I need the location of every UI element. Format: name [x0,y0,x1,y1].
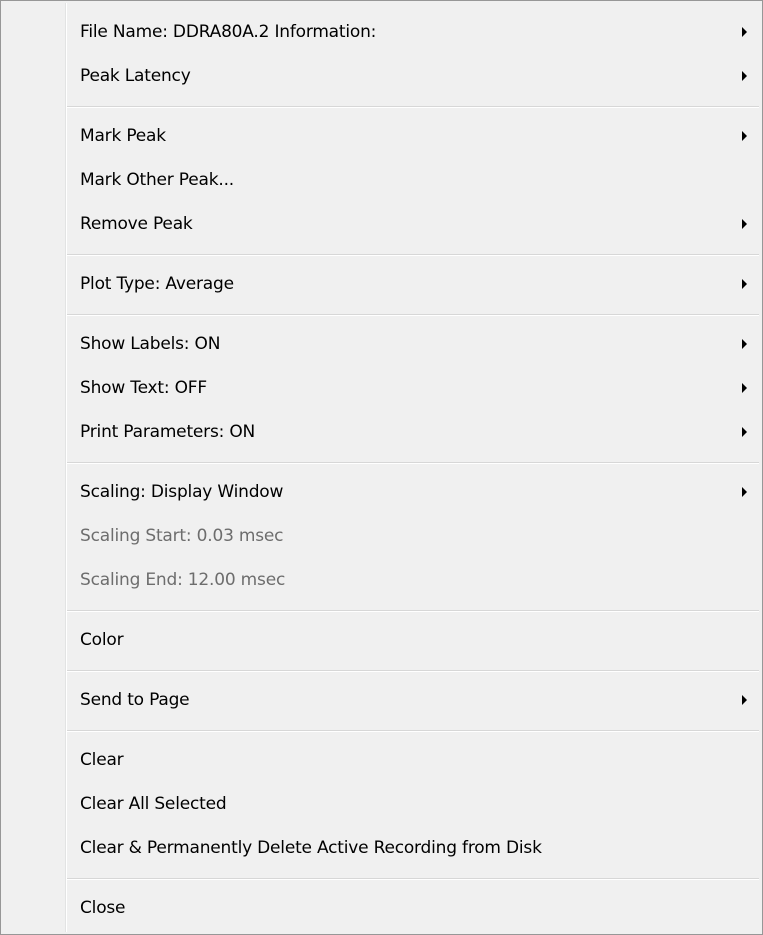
submenu-arrow-icon [742,131,747,141]
menu-separator [67,254,759,256]
submenu-arrow-icon [742,279,747,289]
menu-item-file-name-information[interactable]: File Name: DDRA80A.2 Information: [67,13,759,51]
menu-item-send-to-page[interactable]: Send to Page [67,681,759,719]
menu-item-print-parameters[interactable]: Print Parameters: ON [67,413,759,451]
menu-item-label: File Name: DDRA80A.2 Information: [80,22,377,42]
menu-item-close[interactable]: Close [67,889,759,927]
menu-item-label: Scaling Start: 0.03 msec [80,526,284,546]
menu-item-scaling-display-window[interactable]: Scaling: Display Window [67,473,759,511]
menu-separator [67,878,759,880]
submenu-arrow-icon [742,695,747,705]
menu-item-label: Mark Peak [80,126,166,146]
menu-item-label: Clear All Selected [80,794,227,814]
menu-item-show-labels[interactable]: Show Labels: ON [67,325,759,363]
submenu-arrow-icon [742,339,747,349]
submenu-arrow-icon [742,219,747,229]
menu-item-scaling-end: Scaling End: 12.00 msec [67,561,759,599]
submenu-arrow-icon [742,27,747,37]
submenu-arrow-icon [742,427,747,437]
menu-item-clear-and-delete-recording[interactable]: Clear & Permanently Delete Active Record… [67,829,759,867]
submenu-arrow-icon [742,383,747,393]
menu-item-label: Peak Latency [80,66,191,86]
menu-item-clear[interactable]: Clear [67,741,759,779]
context-menu: File Name: DDRA80A.2 Information: Peak L… [0,0,763,935]
menu-separator [67,314,759,316]
menu-item-label: Clear [80,750,124,770]
submenu-arrow-icon [742,487,747,497]
menu-separator [67,106,759,108]
menu-item-scaling-start: Scaling Start: 0.03 msec [67,517,759,555]
menu-item-label: Print Parameters: ON [80,422,256,442]
menu-item-mark-other-peak[interactable]: Mark Other Peak... [67,161,759,199]
menu-item-label: Scaling End: 12.00 msec [80,570,286,590]
menu-item-show-text[interactable]: Show Text: OFF [67,369,759,407]
menu-item-label: Plot Type: Average [80,274,234,294]
menu-separator [67,730,759,732]
submenu-arrow-icon [742,71,747,81]
menu-item-color[interactable]: Color [67,621,759,659]
menu-item-label: Color [80,630,124,650]
menu-item-label: Show Labels: ON [80,334,221,354]
menu-separator [67,670,759,672]
menu-item-label: Scaling: Display Window [80,482,284,502]
menu-separator [67,610,759,612]
menu-item-remove-peak[interactable]: Remove Peak [67,205,759,243]
menu-item-label: Remove Peak [80,214,193,234]
menu-item-plot-type[interactable]: Plot Type: Average [67,265,759,303]
menu-item-peak-latency[interactable]: Peak Latency [67,57,759,95]
menu-item-label: Mark Other Peak... [80,170,234,190]
menu-item-label: Close [80,898,126,918]
menu-item-label: Send to Page [80,690,190,710]
menu-item-mark-peak[interactable]: Mark Peak [67,117,759,155]
menu-item-label: Show Text: OFF [80,378,207,398]
menu-item-label: Clear & Permanently Delete Active Record… [80,838,542,858]
menu-separator [67,462,759,464]
menu-item-clear-all-selected[interactable]: Clear All Selected [67,785,759,823]
